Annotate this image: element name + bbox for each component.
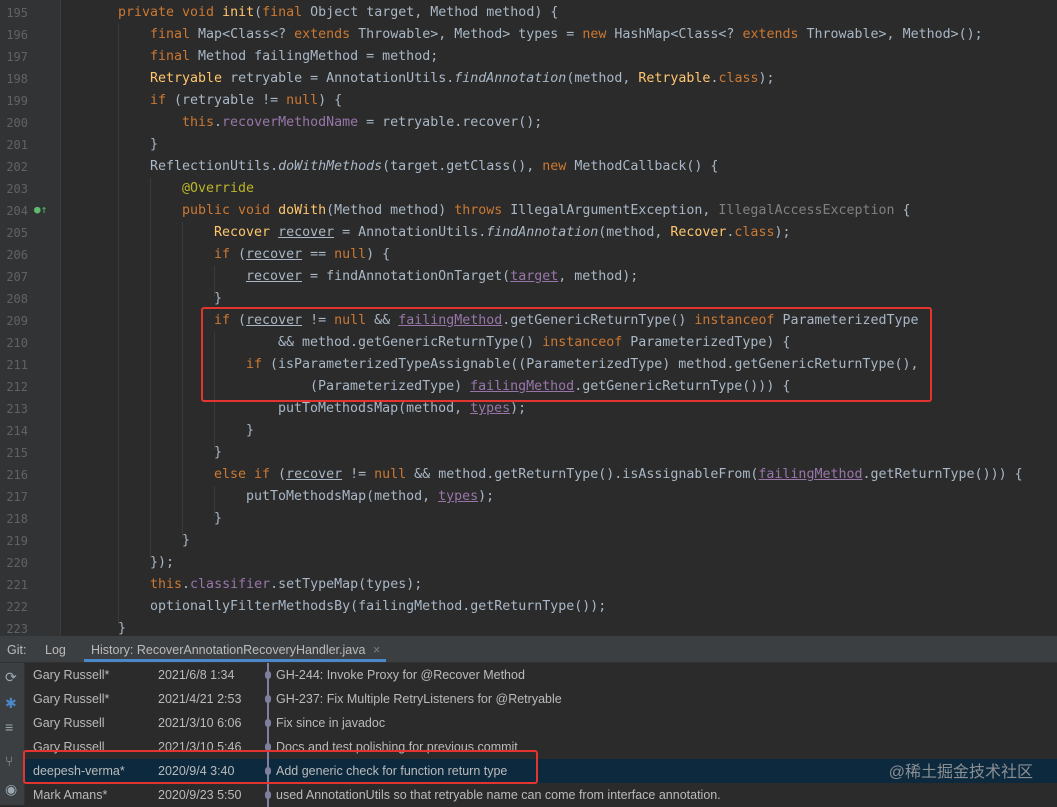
compare-icon[interactable]: ✱ [5,695,17,712]
refresh-icon[interactable]: ⟳ [5,669,17,686]
commit-row[interactable]: Gary Russell* 2021/4/21 2:53 GH-237: Fix M… [25,687,1057,711]
eye-icon[interactable]: ◉ [5,781,17,798]
commit-row[interactable]: Mark Amans* 2020/9/23 5:50 used Annotation… [25,783,1057,807]
code-line-203: @Override [182,181,255,196]
commit-message: GH-237: Fix Multiple RetryListeners for … [276,692,562,706]
commit-message: GH-244: Invoke Proxy for @Recover Method [276,668,525,682]
line-number: 216 [6,468,28,482]
code-line-219: } [182,533,191,548]
line-number: 204 [6,204,28,218]
commit-date: 2020/9/23 5:50 [158,788,242,802]
line-number: 207 [6,270,28,284]
highlight-box-commit [23,750,538,784]
line-number: 223 [6,622,28,636]
code-line-196: final Map<Class<? extends Throwable>, Me… [150,27,983,42]
code-line-221: this.classifier.setTypeMap(types); [150,577,423,592]
code-line-218: } [214,511,223,526]
code-line-198: Retryable retryable = AnnotationUtils.fi… [150,71,775,86]
code-line-207: recover = findAnnotationOnTarget(target,… [246,269,639,284]
line-number: 197 [6,50,28,64]
list-icon[interactable]: ≡ [5,719,13,735]
line-number: 212 [6,380,28,394]
tab-history-label: History: RecoverAnnotationRecoveryHandle… [91,643,366,657]
line-number: 195 [6,6,28,20]
code-line-197: final Method failingMethod = method; [150,49,439,64]
commit-date: 2021/6/8 1:34 [158,668,235,682]
branch-icon[interactable]: ⑂ [5,753,13,769]
line-number: 208 [6,292,28,306]
tab-history[interactable]: History: RecoverAnnotationRecoveryHandle… [84,636,387,662]
line-number: 203 [6,182,28,196]
commit-author: Gary Russell [33,716,105,730]
indent-guide [182,222,183,538]
code-line-202: ReflectionUtils.doWithMethods(target.get… [150,159,719,174]
line-number: 211 [6,358,28,372]
graph-node [265,719,271,727]
indent-guide [150,178,151,558]
line-number: 210 [6,336,28,350]
tab-log[interactable]: Log [45,636,66,662]
code-line-200: this.recoverMethodName = retryable.recov… [182,115,543,130]
code-line-215: } [214,445,223,460]
graph-node [265,695,271,703]
gutter-separator [60,0,61,636]
line-number: 222 [6,600,28,614]
line-number: 198 [6,72,28,86]
commit-row[interactable]: Gary Russell 2021/3/10 6:06 Fix since in j… [25,711,1057,735]
code-line-199: if (retryable != null) { [150,93,343,108]
line-number: 209 [6,314,28,328]
indent-guide [118,24,119,624]
line-number: 201 [6,138,28,152]
close-icon[interactable]: × [373,643,380,657]
line-number: 221 [6,578,28,592]
line-number: 205 [6,226,28,240]
watermark: @稀土掘金技术社区 [888,764,1033,781]
graph-node [265,791,271,799]
tab-git-label: Git: [7,643,27,657]
line-number: 213 [6,402,28,416]
commit-author: Mark Amans* [33,788,108,802]
graph-node [265,671,271,679]
panel-tab-bar: Git: Log History: RecoverAnnotationRecov… [0,636,1057,663]
line-number: 206 [6,248,28,262]
code-line-206: if (recover == null) { [214,247,391,262]
line-number: 215 [6,446,28,460]
code-line-222: optionallyFilterMethodsBy(failingMethod.… [150,599,607,614]
line-number: 217 [6,490,28,504]
code-line-217: putToMethodsMap(method, types); [246,489,495,504]
code-line-201: } [150,137,159,152]
line-number: 200 [6,116,28,130]
line-number: 196 [6,28,28,42]
code-line-216: else if (recover != null && method.getRe… [214,467,1023,482]
commit-date: 2021/4/21 2:53 [158,692,242,706]
line-number: 218 [6,512,28,526]
code-line-205: Recover recover = AnnotationUtils.findAn… [214,225,791,240]
line-number: 214 [6,424,28,438]
code-line-214: } [246,423,255,438]
highlight-box-code [201,307,932,402]
commit-row[interactable]: Gary Russell* 2021/6/8 1:34 GH-244: Invoke… [25,663,1057,687]
history-toolbar: ⟳ ✱ ≡ ⑂ ◉ [0,663,25,805]
code-line-220: }); [150,555,175,570]
code-editor[interactable]: 195 196 197 198 199 200 201 202 203 204 205 206 207 2… [0,0,1057,636]
git-history-panel: Git: Log History: RecoverAnnotationRecov… [0,636,1057,807]
commit-message: Fix since in javadoc [276,716,386,730]
code-line-195: private void init(final Object target, M… [118,5,559,20]
line-number: 199 [6,94,28,108]
commit-message: used AnnotationUtils so that retryable n… [276,788,721,802]
commit-author: Gary Russell* [33,692,110,706]
line-number: 202 [6,160,28,174]
commit-date: 2021/3/10 6:06 [158,716,242,730]
line-number: 220 [6,556,28,570]
commit-author: Gary Russell* [33,668,110,682]
code-line-223: } [118,621,127,636]
line-number: 219 [6,534,28,548]
code-line-204: public void doWith(Method method) throws… [182,203,911,218]
override-gutter-icon[interactable]: ●↑ [34,204,47,216]
